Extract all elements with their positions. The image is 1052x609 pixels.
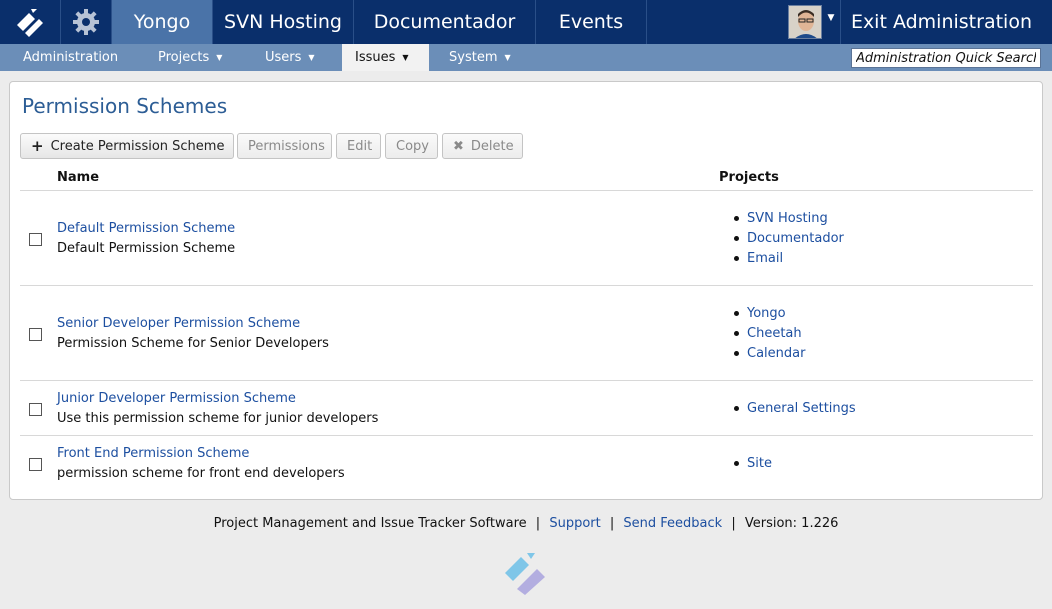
menu-users[interactable]: Users ▼: [247, 44, 342, 71]
gear-icon[interactable]: [61, 0, 112, 44]
project-label: Cheetah: [747, 326, 802, 341]
column-header-projects: Projects: [719, 170, 779, 185]
tab-yongo[interactable]: Yongo: [112, 0, 213, 44]
page-title: Permission Schemes: [22, 94, 228, 118]
footer-text: Project Management and Issue Tracker Sof…: [213, 516, 527, 531]
menu-administration[interactable]: Administration: [0, 44, 140, 71]
send-feedback-link[interactable]: Send Feedback: [623, 516, 722, 531]
project-link[interactable]: Yongo: [734, 306, 786, 321]
project-label: Yongo: [747, 306, 786, 321]
table-row: Default Permission Scheme Default Permis…: [20, 191, 1033, 286]
permissions-button[interactable]: Permissions: [237, 133, 332, 159]
main-panel: Permission Schemes + Create Permission S…: [9, 81, 1043, 500]
menu-administration-label: Administration: [23, 50, 119, 65]
project-label: Email: [747, 251, 784, 266]
app-logo-icon[interactable]: [0, 0, 61, 44]
plus-icon: +: [31, 137, 44, 155]
chevron-down-icon: ▼: [308, 53, 315, 62]
version-text: Version: 1.226: [744, 516, 839, 531]
menu-system-label: System: [449, 50, 498, 65]
create-button-label: Create Permission Scheme: [50, 138, 225, 154]
tab-events[interactable]: Events: [536, 0, 647, 44]
bullet: [734, 351, 739, 356]
close-icon: ✖: [453, 138, 464, 154]
avatar[interactable]: [787, 5, 822, 39]
bullet: [734, 311, 739, 316]
row-checkbox[interactable]: [29, 403, 42, 416]
project-link[interactable]: General Settings: [734, 401, 856, 416]
bullet: [734, 406, 739, 411]
scheme-name-link[interactable]: Front End Permission Scheme: [57, 446, 249, 461]
footer-separator: |: [609, 516, 615, 531]
edit-button[interactable]: Edit: [336, 133, 381, 159]
footer-separator: |: [535, 516, 541, 531]
menu-projects-label: Projects: [158, 50, 210, 65]
project-link[interactable]: Calendar: [734, 346, 806, 361]
scheme-name-link[interactable]: Junior Developer Permission Scheme: [57, 391, 296, 406]
scheme-description: Permission Scheme for Senior Developers: [57, 336, 329, 351]
table-row: Junior Developer Permission Scheme Use t…: [20, 381, 1033, 436]
project-link[interactable]: Site: [734, 456, 772, 471]
project-label: Documentador: [747, 231, 844, 246]
bullet: [734, 461, 739, 466]
project-link[interactable]: Documentador: [734, 231, 844, 246]
edit-button-label: Edit: [347, 138, 373, 154]
tab-svn-hosting[interactable]: SVN Hosting: [213, 0, 354, 44]
bullet: [734, 256, 739, 261]
row-checkbox[interactable]: [29, 233, 42, 246]
project-label: SVN Hosting: [747, 211, 828, 226]
footer-logo-icon: [503, 549, 551, 597]
menu-issues-label: Issues: [355, 50, 396, 65]
project-link[interactable]: Cheetah: [734, 326, 802, 341]
copy-button-label: Copy: [396, 138, 429, 154]
admin-menu-bar: Administration Projects ▼ Users ▼ Issues ▼ …: [0, 44, 1052, 71]
scheme-description: Default Permission Scheme: [57, 241, 236, 256]
bullet: [734, 236, 739, 241]
chevron-down-icon: ▼: [504, 53, 511, 62]
project-label: General Settings: [747, 401, 856, 416]
scheme-name-link[interactable]: Senior Developer Permission Scheme: [57, 316, 300, 331]
chevron-down-icon: ▼: [216, 53, 223, 62]
bullet: [734, 216, 739, 221]
permissions-button-label: Permissions: [248, 138, 325, 154]
menu-system[interactable]: System ▼: [429, 44, 529, 71]
menu-issues[interactable]: Issues ▼: [342, 44, 429, 71]
support-link[interactable]: Support: [549, 516, 600, 531]
delete-button[interactable]: ✖ Delete: [442, 133, 523, 159]
project-link[interactable]: Email: [734, 251, 784, 266]
quick-search-input[interactable]: [851, 48, 1041, 68]
tab-documentador[interactable]: Documentador: [354, 0, 536, 44]
project-label: Site: [747, 456, 772, 471]
chevron-down-icon: ▼: [402, 53, 409, 62]
menu-projects[interactable]: Projects ▼: [140, 44, 247, 71]
delete-button-label: Delete: [470, 138, 514, 154]
project-link[interactable]: SVN Hosting: [734, 211, 828, 226]
column-header-name: Name: [57, 170, 100, 185]
bullet: [734, 331, 739, 336]
table-row: Front End Permission Scheme permission s…: [20, 436, 1033, 496]
footer: Project Management and Issue Tracker Sof…: [0, 516, 1052, 531]
scheme-description: permission scheme for front end develope…: [57, 466, 345, 481]
row-checkbox[interactable]: [29, 328, 42, 341]
user-menu-chevron-down-icon[interactable]: ▼: [822, 0, 840, 44]
row-checkbox[interactable]: [29, 458, 42, 471]
project-label: Calendar: [747, 346, 806, 361]
scheme-name-link[interactable]: Default Permission Scheme: [57, 221, 235, 236]
menu-users-label: Users: [265, 50, 302, 65]
top-navigation-bar: Yongo SVN Hosting Documentador Events ▼ …: [0, 0, 1052, 44]
scheme-description: Use this permission scheme for junior de…: [57, 411, 379, 426]
table-row: Senior Developer Permission Scheme Permi…: [20, 286, 1033, 381]
exit-administration-button[interactable]: Exit Administration: [839, 0, 1052, 44]
copy-button[interactable]: Copy: [385, 133, 438, 159]
footer-separator: |: [731, 516, 736, 531]
create-permission-scheme-button[interactable]: + Create Permission Scheme: [20, 133, 234, 159]
